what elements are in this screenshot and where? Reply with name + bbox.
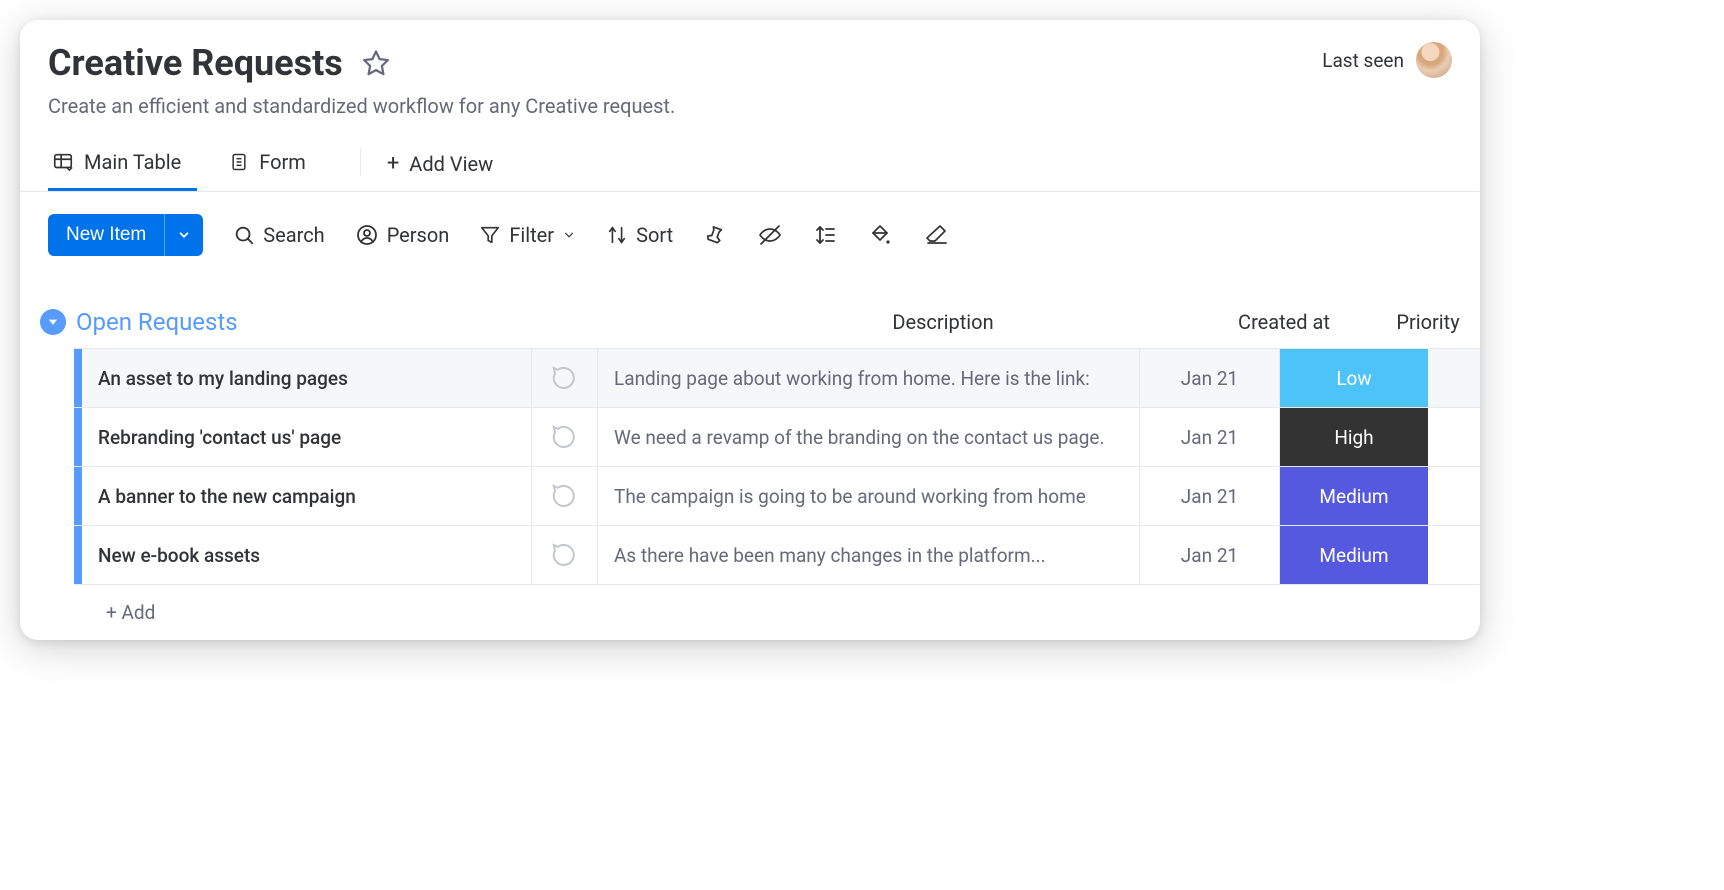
star-icon[interactable]	[361, 48, 391, 78]
last-seen-label: Last seen	[1322, 49, 1404, 72]
search-icon	[233, 224, 255, 246]
eraser-button[interactable]	[923, 223, 949, 247]
add-view-button[interactable]: + Add View	[371, 143, 509, 190]
group-color-bar	[74, 467, 82, 525]
person-icon	[355, 223, 379, 247]
chevron-down-icon	[562, 228, 576, 242]
search-label: Search	[263, 223, 324, 247]
add-row-wrap: + Add	[74, 584, 1480, 640]
collapse-toggle[interactable]	[40, 309, 66, 335]
add-view-label: Add View	[409, 152, 493, 176]
group-color-bar	[74, 408, 82, 466]
item-description[interactable]: Landing page about working from home. He…	[598, 349, 1140, 407]
new-item-button[interactable]: New Item	[48, 214, 164, 256]
item-created-at[interactable]: Jan 21	[1140, 467, 1280, 525]
filter-icon	[479, 224, 501, 246]
tabs: Main Table Form + Add View	[20, 118, 1480, 192]
item-description[interactable]: The campaign is going to be around worki…	[598, 467, 1140, 525]
pin-button[interactable]	[703, 223, 727, 247]
group-header: Open Requests Description Created at Pri…	[40, 308, 1480, 348]
search-button[interactable]: Search	[233, 223, 324, 247]
filter-button[interactable]: Filter	[479, 223, 576, 247]
person-filter-button[interactable]: Person	[355, 223, 450, 247]
column-header-description[interactable]: Description	[672, 310, 1214, 334]
group-color-bar	[74, 349, 82, 407]
tab-label: Form	[259, 150, 306, 174]
item-priority[interactable]: Medium	[1280, 467, 1428, 525]
row-height-button[interactable]	[813, 223, 837, 247]
sort-label: Sort	[636, 223, 673, 247]
add-row: + Add	[74, 584, 1480, 640]
item-priority[interactable]: High	[1280, 408, 1428, 466]
table-row[interactable]: Rebranding 'contact us' page We need a re…	[74, 407, 1480, 466]
tab-main-table[interactable]: Main Table	[48, 142, 197, 191]
sort-icon	[606, 224, 628, 246]
add-item-button[interactable]: + Add	[82, 585, 179, 640]
column-header-created-at[interactable]: Created at	[1214, 310, 1354, 334]
group-title[interactable]: Open Requests	[76, 308, 672, 336]
last-seen: Last seen	[1322, 42, 1452, 78]
page-subtitle: Create an efficient and standardized wor…	[20, 84, 1480, 118]
new-item-dropdown[interactable]	[164, 214, 203, 256]
tab-divider	[360, 148, 361, 176]
item-name[interactable]: Rebranding 'contact us' page	[82, 408, 532, 466]
conversation-icon[interactable]	[532, 526, 598, 584]
table-icon	[52, 151, 74, 173]
page-title: Creative Requests	[48, 42, 343, 84]
form-icon	[229, 151, 249, 173]
item-name[interactable]: An asset to my landing pages	[82, 349, 532, 407]
item-name[interactable]: New e-book assets	[82, 526, 532, 584]
sort-button[interactable]: Sort	[606, 223, 673, 247]
header: Creative Requests Last seen	[20, 42, 1480, 84]
color-button[interactable]	[867, 223, 893, 247]
item-description[interactable]: We need a revamp of the branding on the …	[598, 408, 1140, 466]
item-created-at[interactable]: Jan 21	[1140, 408, 1280, 466]
hide-column-button[interactable]	[757, 223, 783, 247]
avatar[interactable]	[1416, 42, 1452, 78]
item-description[interactable]: As there have been many changes in the p…	[598, 526, 1140, 584]
item-created-at[interactable]: Jan 21	[1140, 526, 1280, 584]
tab-label: Main Table	[84, 150, 181, 174]
new-item-split-button: New Item	[48, 214, 203, 256]
group: Open Requests Description Created at Pri…	[20, 278, 1480, 640]
table-row[interactable]: An asset to my landing pages Landing page…	[74, 348, 1480, 407]
item-name[interactable]: A banner to the new campaign	[82, 467, 532, 525]
item-priority[interactable]: Medium	[1280, 526, 1428, 584]
toolbar: New Item Search	[20, 192, 1480, 278]
board-card: Creative Requests Last seen Create an ef…	[20, 20, 1480, 640]
plus-icon: +	[387, 151, 399, 176]
item-priority[interactable]: Low	[1280, 349, 1428, 407]
rows-container: An asset to my landing pages Landing page…	[74, 348, 1480, 584]
title-row: Creative Requests	[48, 42, 391, 84]
item-created-at[interactable]: Jan 21	[1140, 349, 1280, 407]
table-row[interactable]: A banner to the new campaign The campaign…	[74, 466, 1480, 525]
person-label: Person	[387, 223, 450, 247]
column-header-priority[interactable]: Priority	[1354, 310, 1480, 334]
tab-form[interactable]: Form	[225, 142, 322, 191]
conversation-icon[interactable]	[532, 349, 598, 407]
group-color-bar	[74, 526, 82, 584]
conversation-icon[interactable]	[532, 408, 598, 466]
conversation-icon[interactable]	[532, 467, 598, 525]
filter-label: Filter	[509, 223, 554, 247]
table-row[interactable]: New e-book assets As there have been many…	[74, 525, 1480, 584]
